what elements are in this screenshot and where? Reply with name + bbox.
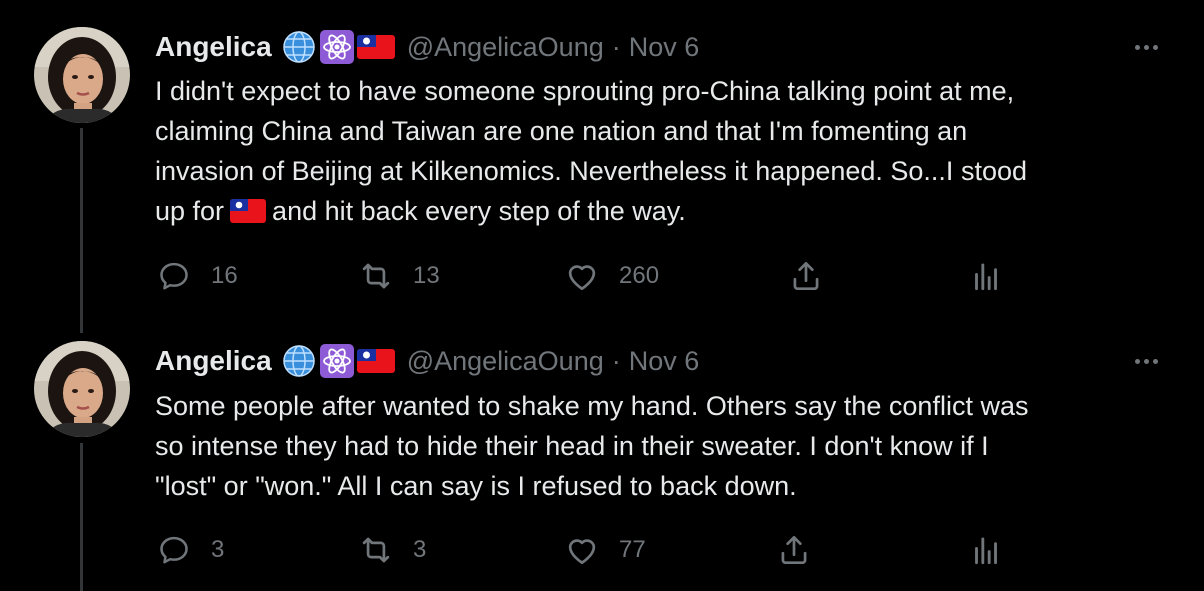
more-options-button[interactable]	[1128, 35, 1164, 59]
tweet-text-line: I didn't expect to have someone sproutin…	[155, 76, 1015, 106]
retweet-button[interactable]: 13	[357, 256, 440, 296]
analytics-button[interactable]	[967, 256, 1005, 296]
tweet[interactable]: Angelica	[0, 0, 1204, 330]
reply-icon	[160, 536, 188, 564]
tweet-text-line: up for and hit back every step of the way…	[155, 191, 1155, 235]
display-name[interactable]: Angelica	[155, 345, 272, 377]
more-dot-icon	[1134, 358, 1140, 364]
avatar[interactable]	[34, 341, 130, 437]
share-button[interactable]	[775, 530, 813, 570]
globe-icon	[281, 343, 317, 379]
tweet-text-line: Some people after wanted to shake my han…	[155, 391, 1029, 421]
share-icon	[793, 261, 819, 291]
tweet-actions: 3 3 77	[155, 530, 1155, 570]
retweet-icon	[362, 263, 390, 289]
user-handle[interactable]: @AngelicaOung	[407, 32, 604, 63]
tweet-date[interactable]: Nov 6	[629, 32, 700, 63]
reply-button[interactable]: 3	[155, 530, 224, 570]
profile-badges	[281, 343, 395, 379]
retweet-count: 3	[413, 536, 427, 563]
tweet-text: I didn't expect to have someone sproutin…	[155, 71, 1155, 235]
reply-count: 3	[211, 536, 225, 563]
atom-icon	[319, 29, 355, 65]
globe-icon	[281, 29, 317, 65]
atom-icon	[319, 343, 355, 379]
reply-icon	[160, 262, 188, 290]
tweet-date[interactable]: Nov 6	[629, 346, 700, 377]
analytics-icon	[975, 537, 997, 565]
tweet-text-line: claiming China and Taiwan are one nation…	[155, 116, 968, 146]
reply-count: 16	[211, 262, 238, 289]
tweet-text-line: invasion of Beijing at Kilkenomics. Neve…	[155, 156, 1027, 186]
tweet-actions: 16 13 260	[155, 256, 1155, 296]
analytics-icon	[975, 263, 997, 291]
like-count: 260	[619, 262, 660, 289]
separator-dot: ·	[611, 31, 621, 62]
taiwan-flag-icon	[356, 33, 395, 61]
avatar[interactable]	[34, 27, 130, 123]
more-dot-icon	[1152, 44, 1158, 50]
like-count: 77	[619, 536, 646, 563]
tweet[interactable]: Angelica	[0, 330, 1204, 591]
share-button[interactable]	[787, 256, 825, 296]
tweet-header: Angelica @AngelicaOung · Nov 6	[155, 344, 699, 378]
profile-badges	[281, 29, 395, 65]
taiwan-flag-icon	[230, 195, 267, 235]
display-name[interactable]: Angelica	[155, 31, 272, 63]
heart-icon	[568, 265, 596, 291]
tweet-text-line: so intense they had to hide their head i…	[155, 431, 989, 461]
analytics-button[interactable]	[967, 530, 1005, 570]
more-dot-icon	[1143, 44, 1149, 50]
tweet-text-fragment: and hit back every step of the way.	[272, 196, 686, 226]
share-icon	[781, 535, 807, 565]
tweet-text-fragment: up for	[155, 196, 225, 226]
retweet-icon	[362, 537, 390, 563]
like-button[interactable]: 77	[563, 530, 646, 570]
heart-icon	[568, 539, 596, 565]
more-dot-icon	[1143, 358, 1149, 364]
retweet-button[interactable]: 3	[357, 530, 426, 570]
separator-dot: ·	[611, 345, 621, 376]
retweet-count: 13	[413, 262, 440, 289]
reply-button[interactable]: 16	[155, 256, 238, 296]
user-handle[interactable]: @AngelicaOung	[407, 346, 604, 377]
more-options-button[interactable]	[1128, 349, 1164, 373]
tweet-header: Angelica @AngelicaOung · Nov 6	[155, 30, 699, 64]
tweet-text: Some people after wanted to shake my han…	[155, 386, 1155, 506]
tweet-text-line: "lost" or "won." All I can say is I refu…	[155, 471, 797, 501]
like-button[interactable]: 260	[563, 256, 659, 296]
more-dot-icon	[1134, 44, 1140, 50]
taiwan-flag-icon	[356, 347, 395, 375]
more-dot-icon	[1152, 358, 1158, 364]
